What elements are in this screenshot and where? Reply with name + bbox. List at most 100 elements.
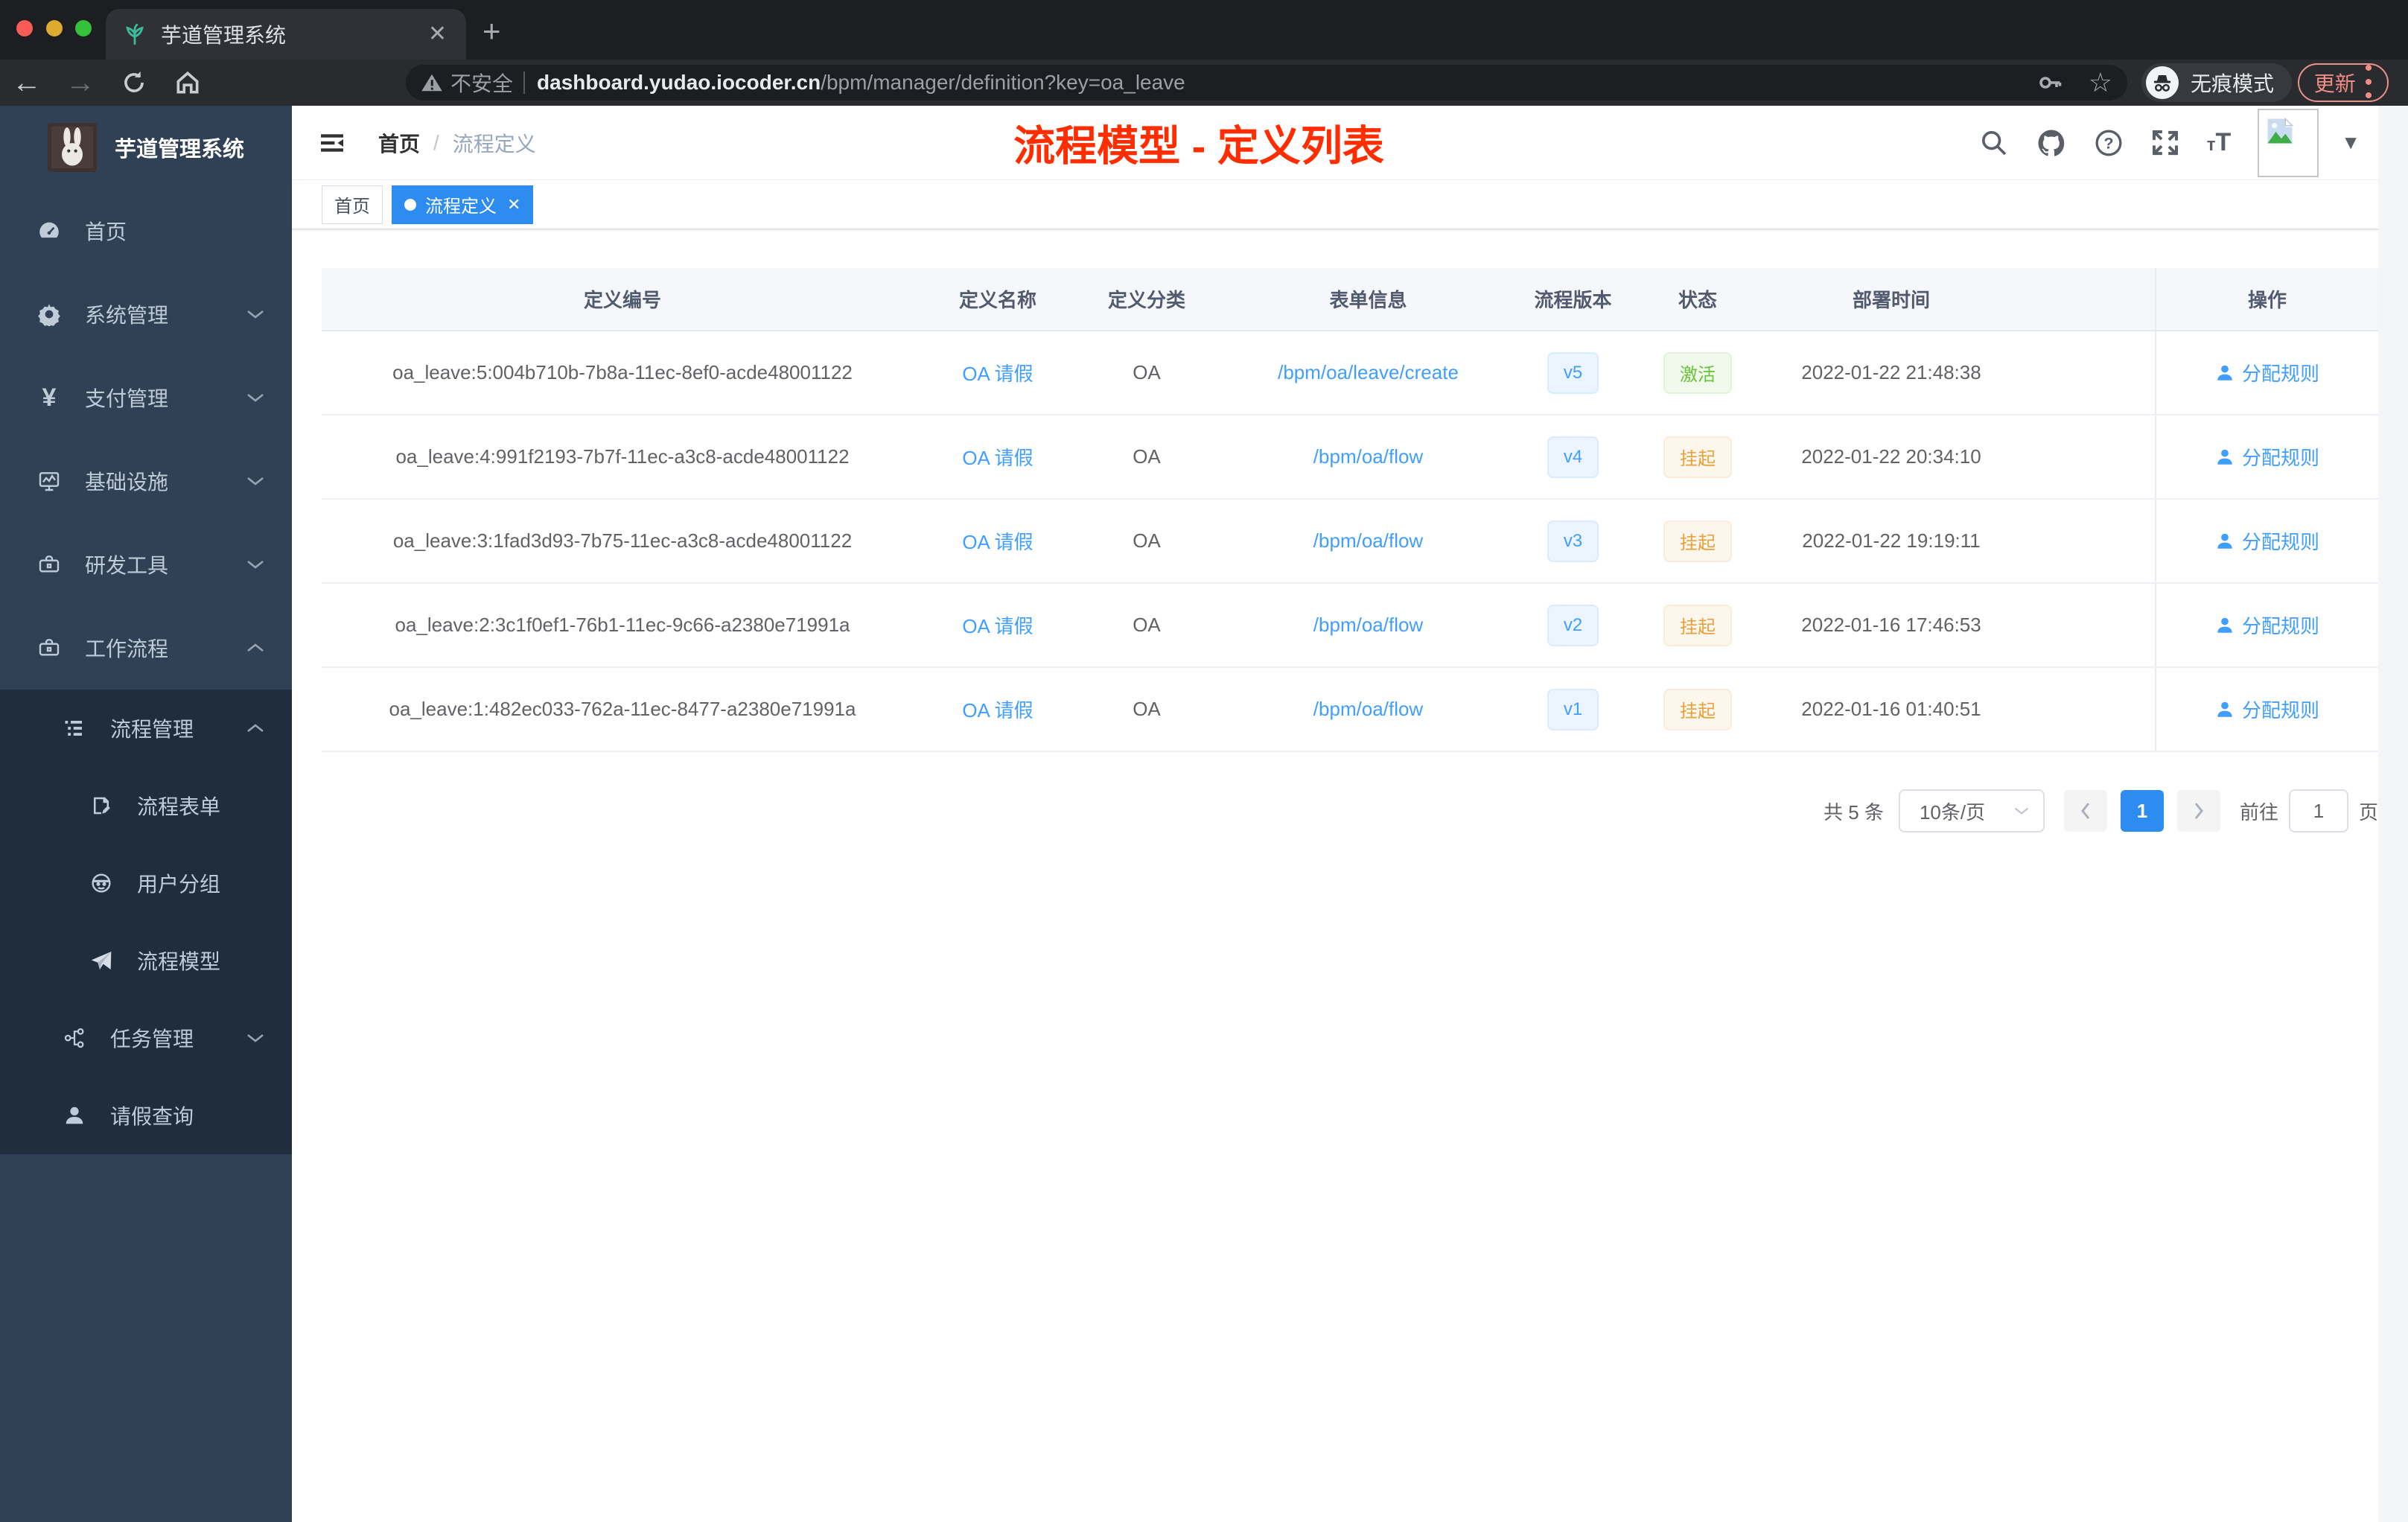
assign-rule-link[interactable]: 分配规则: [2215, 359, 2319, 386]
sidebar-item-system-management[interactable]: 系统管理: [0, 273, 292, 356]
form-link[interactable]: /bpm/oa/flow: [1313, 614, 1423, 637]
row-filler: [2018, 331, 2155, 414]
font-size-icon[interactable]: тT: [2207, 128, 2232, 157]
incognito-icon: [2146, 66, 2179, 99]
bookmark-star-icon[interactable]: ☆: [2089, 67, 2112, 98]
definition-category: OA: [1133, 529, 1161, 552]
pagination-total: 共 5 条: [1823, 800, 1884, 824]
status-badge: 挂起: [1663, 436, 1732, 478]
col-header-filler: [2018, 268, 2155, 330]
definition-name-link[interactable]: OA 请假: [962, 695, 1033, 723]
status-badge: 挂起: [1663, 688, 1732, 730]
sidebar-item-user-group[interactable]: 用户分组: [0, 844, 292, 922]
assign-rule-link[interactable]: 分配规则: [2215, 527, 2319, 555]
table-row: oa_leave:5:004b710b-7b8a-11ec-8ef0-acde4…: [322, 331, 2378, 415]
sidebar-item-leave-query[interactable]: 请假查询: [0, 1077, 292, 1154]
assign-rule-link[interactable]: 分配规则: [2215, 443, 2319, 471]
back-icon[interactable]: ←: [0, 68, 54, 98]
form-link[interactable]: /bpm/oa/flow: [1313, 445, 1423, 468]
sidebar-item-task-management[interactable]: 任务管理: [0, 999, 292, 1077]
forward-icon[interactable]: →: [54, 68, 107, 98]
form-link[interactable]: /bpm/oa/leave/create: [1278, 361, 1459, 384]
browser-tab[interactable]: 芋道管理系统 ✕: [106, 9, 466, 60]
definition-name-link[interactable]: OA 请假: [962, 611, 1033, 639]
table-row: oa_leave:2:3c1f0ef1-76b1-11ec-9c66-a2380…: [322, 584, 2378, 668]
tag-process-definition[interactable]: 流程定义 ✕: [392, 185, 534, 224]
security-label: 不安全: [450, 72, 514, 95]
avatar[interactable]: [2258, 108, 2319, 177]
list-tree-icon: [61, 717, 88, 739]
version-badge: v2: [1547, 604, 1599, 646]
user-icon: [2217, 449, 2232, 465]
fullscreen-icon[interactable]: [2150, 128, 2180, 158]
monitor-chart-icon: [36, 469, 63, 493]
assign-rule-link[interactable]: 分配规则: [2215, 611, 2319, 639]
sidebar-item-process-form[interactable]: 流程表单: [0, 767, 292, 844]
macos-zoom-button[interactable]: [75, 20, 92, 36]
browser-tabstrip: 芋道管理系统 ✕ +: [0, 0, 2408, 60]
tag-close-icon[interactable]: ✕: [507, 195, 520, 214]
breadcrumb-current: 流程定义: [452, 132, 536, 156]
definition-id: oa_leave:5:004b710b-7b8a-11ec-8ef0-acde4…: [392, 361, 853, 383]
form-link[interactable]: /bpm/oa/flow: [1313, 698, 1423, 721]
address-bar[interactable]: 不安全 dashboard.yudao.iocoder.cn/bpm/manag…: [406, 65, 2127, 101]
home-icon[interactable]: [161, 69, 214, 97]
sidebar-toggle-hamburger-icon[interactable]: [317, 128, 347, 158]
password-key-icon[interactable]: [2036, 69, 2063, 96]
prev-page-button[interactable]: [2063, 790, 2107, 832]
deploy-time: 2022-01-16 01:40:51: [1801, 698, 1981, 720]
goto-page-input[interactable]: [2288, 789, 2348, 832]
browser-menu-icon[interactable]: • • •: [2365, 57, 2373, 107]
toolbox-icon: [36, 636, 63, 660]
yen-icon: ¥: [42, 383, 57, 412]
tab-close-icon[interactable]: ✕: [425, 23, 450, 45]
help-question-icon[interactable]: ?: [2094, 128, 2124, 158]
avatar-caret-icon[interactable]: ▼: [2341, 131, 2360, 154]
new-tab-button[interactable]: +: [482, 16, 501, 47]
table-body: oa_leave:5:004b710b-7b8a-11ec-8ef0-acde4…: [322, 331, 2378, 752]
sidebar-item-home[interactable]: 首页: [0, 189, 292, 273]
sidebar-item-infrastructure[interactable]: 基础设施: [0, 439, 292, 523]
definition-name-link[interactable]: OA 请假: [962, 359, 1033, 386]
update-label: 更新: [2313, 72, 2356, 95]
row-filler: [2018, 500, 2155, 582]
definition-name-link[interactable]: OA 请假: [962, 527, 1033, 555]
user-icon: [2217, 533, 2232, 549]
definition-table: 定义编号 定义名称 定义分类 表单信息 流程版本 状态 部署时间 操作 oa_l…: [322, 268, 2378, 752]
definition-category: OA: [1133, 698, 1161, 720]
incognito-badge: 无痕模式: [2141, 63, 2293, 102]
chevron-down-icon: [247, 1034, 264, 1042]
browser-update-button[interactable]: 更新 • • •: [2298, 57, 2389, 107]
page-scrollbar[interactable]: [2378, 106, 2408, 1522]
deploy-time: 2022-01-22 19:19:11: [1802, 529, 1981, 552]
tag-home[interactable]: 首页: [322, 185, 383, 224]
app-logo-row[interactable]: 芋道管理系统: [0, 106, 292, 189]
col-header-actions: 操作: [2155, 268, 2378, 330]
page-number-1[interactable]: 1: [2120, 790, 2164, 832]
sidebar-item-payment-management[interactable]: ¥ 支付管理: [0, 356, 292, 439]
sidebar-item-dev-tools[interactable]: 研发工具: [0, 523, 292, 606]
page-size-select[interactable]: 10条/页: [1898, 789, 2045, 832]
reload-icon[interactable]: [107, 69, 161, 97]
definition-name-link[interactable]: OA 请假: [962, 443, 1033, 471]
app-logo-avatar: [48, 123, 97, 172]
sidebar: 芋道管理系统 首页 系统管理 ¥ 支付管理 基础设施 研发工具 工作流程 流程管…: [0, 106, 292, 1522]
paper-plane-icon: [88, 949, 115, 972]
macos-close-button[interactable]: [16, 20, 33, 36]
broken-image-icon: [2267, 117, 2294, 143]
pagination: 共 5 条 10条/页 1 前往 页: [322, 789, 2378, 832]
sidebar-item-process-management[interactable]: 流程管理: [0, 690, 292, 767]
chevron-down-icon: [247, 477, 264, 485]
sidebar-item-process-model[interactable]: 流程模型: [0, 922, 292, 999]
form-link[interactable]: /bpm/oa/flow: [1313, 529, 1423, 553]
breadcrumb-home[interactable]: 首页: [378, 128, 420, 158]
dashboard-gauge-icon: [36, 218, 63, 243]
next-page-button[interactable]: [2176, 790, 2220, 832]
gear-icon: [36, 302, 63, 326]
macos-minimize-button[interactable]: [46, 20, 63, 36]
sidebar-item-workflow[interactable]: 工作流程: [0, 606, 292, 690]
github-icon[interactable]: [2036, 127, 2067, 159]
search-icon[interactable]: [1979, 128, 2009, 158]
page-unit-label: 页: [2358, 800, 2378, 824]
assign-rule-link[interactable]: 分配规则: [2215, 695, 2319, 723]
